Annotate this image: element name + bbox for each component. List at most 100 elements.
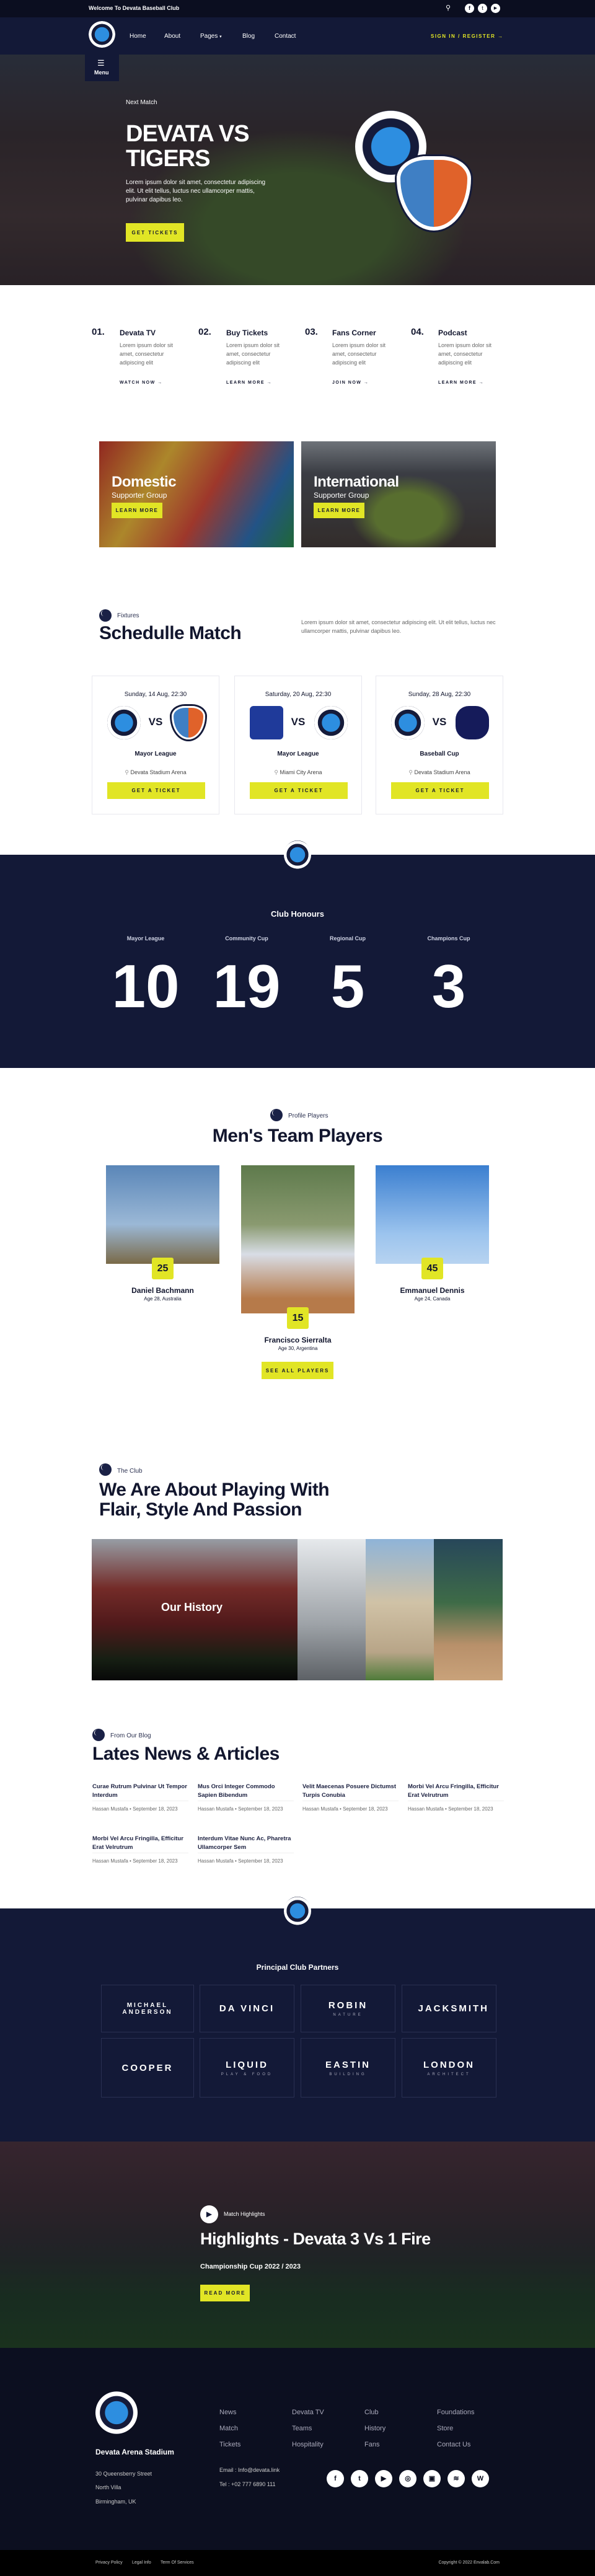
article-title[interactable]: Morbi Vel Arcu Fringilla, Efficitur Erat… — [92, 1835, 188, 1853]
player-photo[interactable] — [241, 1165, 355, 1313]
privacy-policy-link[interactable]: Privacy Policy — [95, 2561, 123, 2565]
article-title[interactable]: Morbi Vel Arcu Fringilla, Efficitur Erat… — [408, 1783, 504, 1801]
partner-logo[interactable]: EASTIN BUILDING — [301, 2038, 395, 2097]
menu-label[interactable]: Menu — [94, 69, 109, 76]
gallery-image[interactable] — [298, 1539, 366, 1680]
wordpress-icon[interactable]: W — [472, 2470, 489, 2487]
article-item[interactable]: Mus Orci Integer Commodo Sapien Bibendum… — [198, 1783, 294, 1812]
partner-logo[interactable]: COOPER — [101, 2038, 194, 2097]
article-author: Hassan Mustafa — [92, 1806, 128, 1812]
partner-logo[interactable]: LIQUID PLAY & FOOD — [200, 2038, 294, 2097]
twitch-icon[interactable]: ▣ — [423, 2470, 441, 2487]
gallery-image[interactable] — [366, 1539, 434, 1680]
nav-home[interactable]: Home — [130, 33, 146, 40]
footer-link[interactable]: Match — [219, 2425, 238, 2432]
honour-label: Champions Cup — [427, 935, 470, 942]
signin-register-link[interactable]: SIGN IN / REGISTER → — [431, 33, 504, 39]
get-a-ticket-button[interactable]: GET A TICKET — [391, 782, 489, 799]
footer-link[interactable]: Tickets — [219, 2441, 240, 2448]
learn-more-button[interactable]: LEARN MORE — [314, 503, 364, 518]
article-title[interactable]: Mus Orci Integer Commodo Sapien Bibendum — [198, 1783, 294, 1801]
get-a-ticket-button[interactable]: GET A TICKET — [250, 782, 348, 799]
feature-link[interactable]: LEARN MORE → — [438, 381, 484, 385]
location-pin-icon: ⚲ — [408, 769, 413, 775]
youtube-icon[interactable]: ▶ — [491, 4, 500, 13]
hero-title-line1: DEVATA VS — [126, 121, 250, 147]
spotify-icon[interactable]: ≋ — [447, 2470, 465, 2487]
hero-title-line2: TIGERS — [126, 146, 210, 172]
article-title[interactable]: Velit Maecenas Posuere Dictumst Turpis C… — [302, 1783, 399, 1801]
twitter-icon[interactable]: t — [351, 2470, 368, 2487]
facebook-icon[interactable]: f — [465, 4, 474, 13]
article-item[interactable]: Interdum Vitae Nunc Ac, Pharetra Ullamco… — [198, 1835, 294, 1864]
terms-link[interactable]: Term Of Services — [161, 2561, 194, 2565]
get-tickets-button[interactable]: GET TICKETS — [126, 223, 184, 242]
footer-link[interactable]: Devata TV — [292, 2409, 324, 2416]
partner-logo[interactable]: JACKSMITH — [402, 1985, 496, 2032]
player-photo[interactable] — [376, 1165, 489, 1264]
read-more-button[interactable]: READ MORE — [200, 2285, 250, 2301]
footer-link[interactable]: Teams — [292, 2425, 312, 2432]
meta-separator: • — [338, 1806, 343, 1812]
highlights-section: ▶ Match Highlights Highlights - Devata 3… — [0, 2142, 595, 2348]
article-title[interactable]: Interdum Vitae Nunc Ac, Pharetra Ullamco… — [198, 1835, 294, 1853]
partner-logo[interactable]: DA VINCI — [200, 1985, 294, 2032]
play-video-button[interactable]: ▶ — [200, 2205, 218, 2223]
feature-link-label: LEARN MORE — [226, 381, 265, 385]
footer-link[interactable]: Fans — [364, 2441, 379, 2448]
nav-blog[interactable]: Blog — [242, 33, 255, 40]
player-name[interactable]: Emmanuel Dennis — [376, 1286, 489, 1295]
get-a-ticket-button[interactable]: GET A TICKET — [107, 782, 205, 799]
footer-link[interactable]: Store — [437, 2425, 453, 2432]
twitter-icon[interactable]: t — [478, 4, 487, 13]
article-item[interactable]: Curae Rutrum Pulvinar Ut Tempor Interdum… — [92, 1783, 188, 1812]
learn-more-button[interactable]: LEARN MORE — [112, 503, 162, 518]
article-item[interactable]: Velit Maecenas Posuere Dictumst Turpis C… — [302, 1783, 399, 1812]
feature-title: Podcast — [438, 329, 467, 337]
partner-logo[interactable]: ROBIN NATURE — [301, 1985, 395, 2032]
player-name[interactable]: Daniel Bachmann — [106, 1286, 219, 1295]
footer-email[interactable]: Email : Info@devata.link — [219, 2467, 280, 2473]
article-date: September 18, 2023 — [238, 1806, 283, 1812]
see-all-players-button[interactable]: SEE ALL PLAYERS — [262, 1362, 333, 1379]
legal-info-link[interactable]: Legal Info — [132, 2561, 151, 2565]
footer-link[interactable]: Foundations — [437, 2409, 475, 2416]
club-honours-section: Club Honours Mayor League 10 Community Cup… — [0, 855, 595, 1068]
partner-logo[interactable]: MICHAEL ANDERSON — [101, 1985, 194, 2032]
player-photo[interactable] — [106, 1165, 219, 1264]
search-icon[interactable]: ⚲ — [446, 4, 451, 12]
logo-box[interactable]: ☰ Menu — [85, 17, 119, 81]
footer-link[interactable]: History — [364, 2425, 386, 2432]
meta-separator: • — [128, 1858, 133, 1864]
footer-link[interactable]: Contact Us — [437, 2441, 470, 2448]
gallery-image[interactable] — [434, 1539, 503, 1680]
player-info: Age 24, Canada — [414, 1296, 451, 1302]
youtube-icon[interactable]: ▶ — [375, 2470, 392, 2487]
players-title: Men's Team Players — [212, 1126, 383, 1146]
article-item[interactable]: Morbi Vel Arcu Fringilla, Efficitur Erat… — [408, 1783, 504, 1812]
nav-pages[interactable]: Pages ▾ — [200, 33, 222, 40]
footer-link[interactable]: News — [219, 2409, 237, 2416]
article-title[interactable]: Curae Rutrum Pulvinar Ut Tempor Interdum — [92, 1783, 188, 1801]
baseball-icon — [270, 1109, 283, 1121]
footer-link[interactable]: Club — [364, 2409, 379, 2416]
facebook-icon[interactable]: f — [327, 2470, 344, 2487]
player-info: Age 28, Australia — [144, 1296, 182, 1302]
player-name[interactable]: Francisco Sierralta — [241, 1336, 355, 1344]
feature-link[interactable]: JOIN NOW → — [332, 381, 369, 385]
supporter-card-domestic[interactable]: Domestic Supporter Group LEARN MORE — [99, 441, 294, 547]
away-team-logo — [456, 706, 489, 739]
history-gallery-main[interactable]: Our History — [92, 1539, 298, 1680]
article-meta: Hassan Mustafa • September 18, 2023 — [198, 1806, 294, 1812]
instagram-icon[interactable]: ◎ — [399, 2470, 416, 2487]
nav-contact[interactable]: Contact — [275, 33, 296, 40]
supporter-card-international[interactable]: International Supporter Group LEARN MORE — [301, 441, 496, 547]
footer-link[interactable]: Hospitality — [292, 2441, 324, 2448]
article-date: September 18, 2023 — [133, 1806, 178, 1812]
article-item[interactable]: Morbi Vel Arcu Fringilla, Efficitur Erat… — [92, 1835, 188, 1864]
menu-icon[interactable]: ☰ — [97, 58, 105, 68]
partner-logo[interactable]: LONDON ARCHITECT — [402, 2038, 496, 2097]
nav-about[interactable]: About — [164, 33, 180, 40]
feature-link[interactable]: LEARN MORE → — [226, 381, 272, 385]
feature-link[interactable]: WATCH NOW → — [120, 381, 163, 385]
